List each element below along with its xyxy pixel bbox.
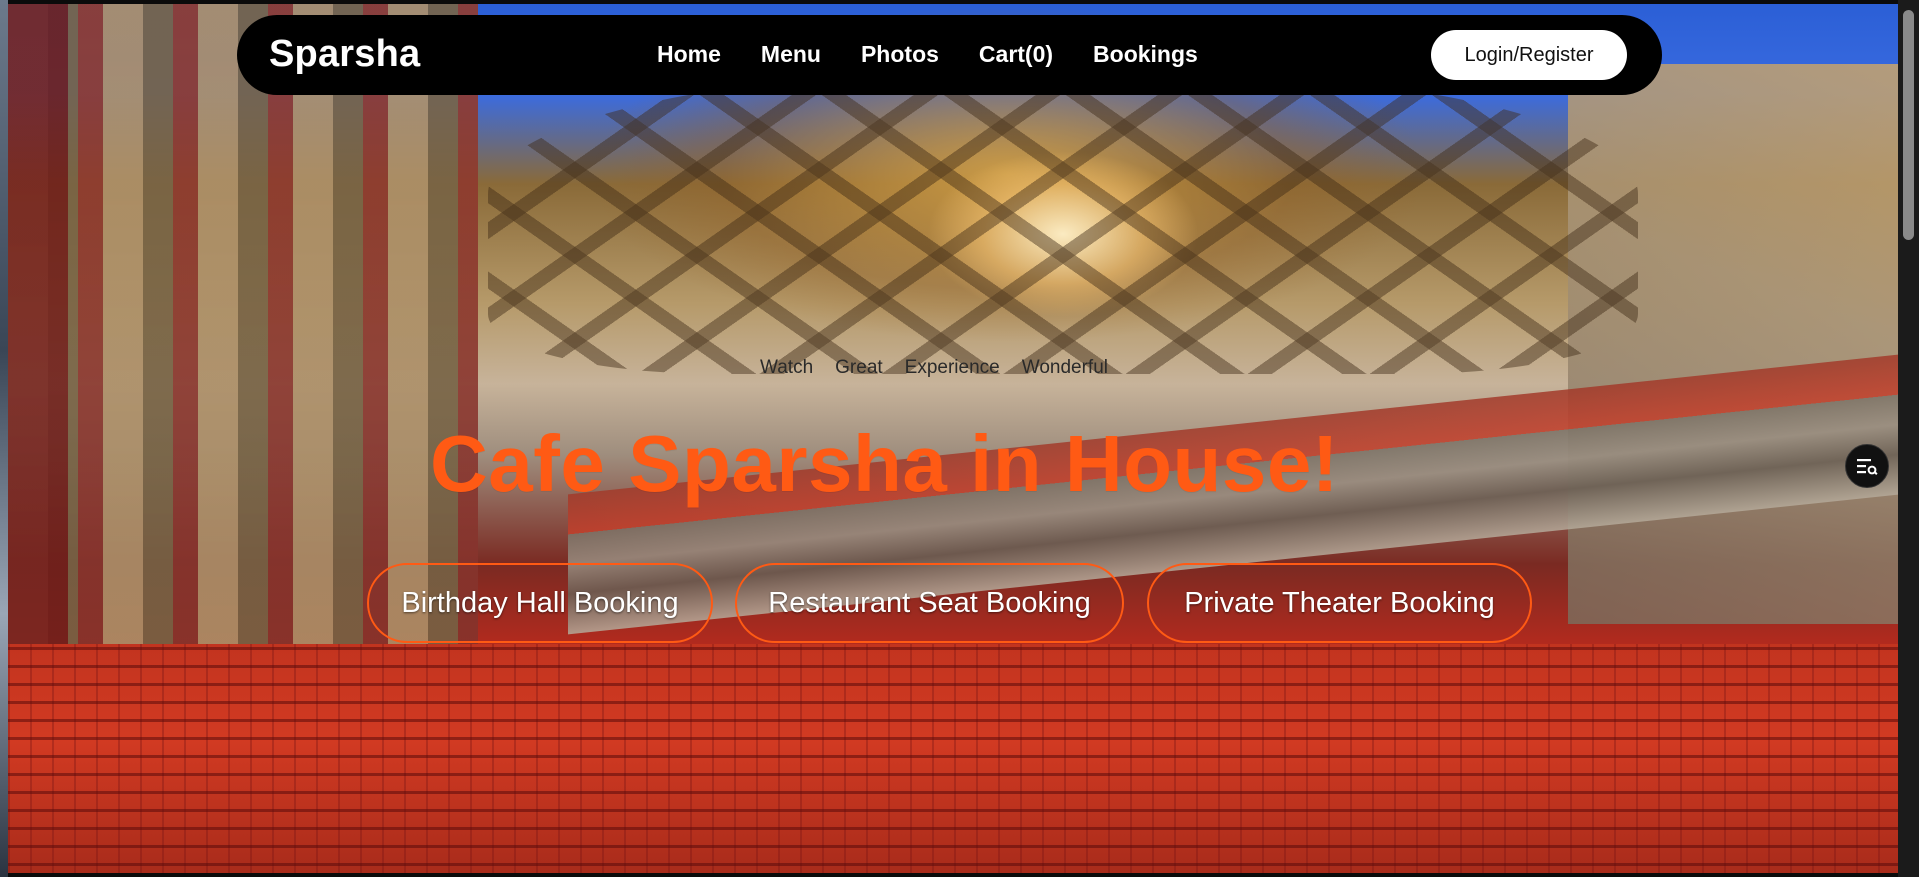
theater-ceiling bbox=[488, 74, 1638, 374]
birthday-hall-booking-button[interactable]: Birthday Hall Booking bbox=[367, 563, 713, 643]
navbar: Sparsha Home Menu Photos Cart(0) Booking… bbox=[237, 15, 1662, 95]
tagline-word: Great bbox=[835, 357, 883, 378]
tagline-word: Wonderful bbox=[1021, 357, 1108, 378]
private-theater-booking-button[interactable]: Private Theater Booking bbox=[1147, 563, 1532, 643]
login-register-button[interactable]: Login/Register bbox=[1431, 30, 1627, 80]
page-scrollbar[interactable] bbox=[1898, 0, 1919, 877]
tagline-word: Experience bbox=[904, 357, 1000, 378]
hero-tagline: Watch Great Experience Wonderful bbox=[760, 357, 1108, 379]
nav-home-link[interactable]: Home bbox=[657, 41, 721, 68]
nav-menu-link[interactable]: Menu bbox=[761, 41, 821, 68]
nav-photos-link[interactable]: Photos bbox=[861, 41, 939, 68]
nav-cart-link[interactable]: Cart(0) bbox=[979, 41, 1053, 68]
booking-buttons: Birthday Hall Booking Restaurant Seat Bo… bbox=[367, 563, 1537, 647]
theater-right-wall bbox=[1568, 64, 1898, 624]
window-edge-strip bbox=[0, 0, 8, 877]
restaurant-seat-booking-button[interactable]: Restaurant Seat Booking bbox=[735, 563, 1124, 643]
page: Sparsha Home Menu Photos Cart(0) Booking… bbox=[0, 0, 1919, 877]
scrollbar-thumb[interactable] bbox=[1903, 10, 1914, 240]
brand-logo[interactable]: Sparsha bbox=[269, 33, 420, 76]
nav-links: Home Menu Photos Cart(0) Bookings bbox=[657, 41, 1198, 68]
tagline-word: Watch bbox=[760, 357, 814, 378]
hero-headline: Cafe Sparsha in House! bbox=[430, 419, 1340, 508]
theater-seats bbox=[8, 644, 1898, 873]
filter-list-icon[interactable] bbox=[1845, 444, 1889, 488]
nav-bookings-link[interactable]: Bookings bbox=[1093, 41, 1198, 68]
